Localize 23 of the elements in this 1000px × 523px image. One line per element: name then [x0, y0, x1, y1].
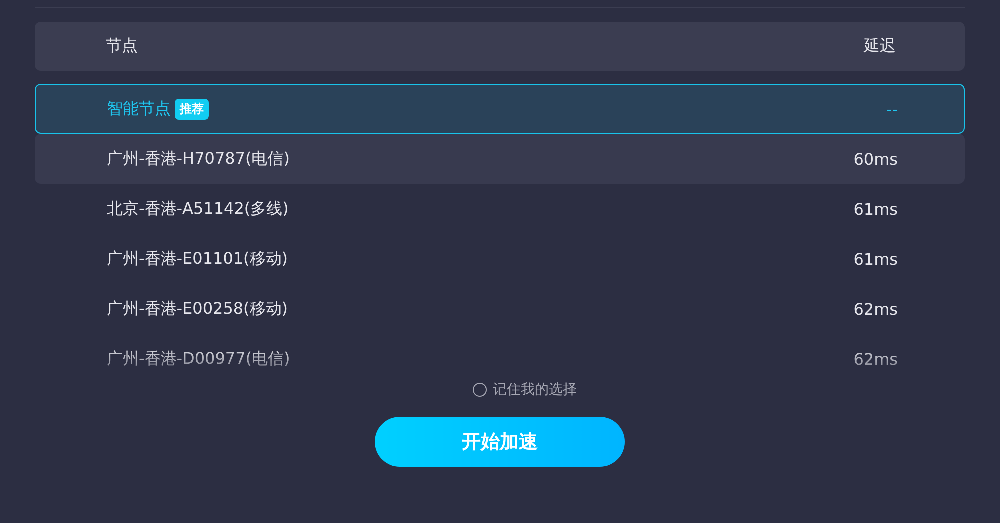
- node-name: 广州-香港-D00977(电信): [107, 348, 290, 368]
- node-name: 广州-香港-E01101(移动): [107, 248, 288, 270]
- node-row[interactable]: 广州-香港-E00258(移动) 62ms: [35, 284, 965, 334]
- column-header: 节点: [106, 36, 138, 57]
- node-name: 智能节点: [107, 98, 171, 120]
- node-row[interactable]: 广州-香港-H70787(电信) 60ms: [35, 134, 965, 184]
- column-header: 延迟: [864, 36, 896, 57]
- node-row[interactable]: 智能节点 推荐 --: [35, 84, 965, 134]
- latency-value: 62ms: [852, 300, 898, 318]
- remember-radio[interactable]: [473, 383, 487, 397]
- node-name: 北京-香港-A51142(多线): [107, 198, 289, 220]
- node-row[interactable]: 北京-香港-A51142(多线) 61ms: [35, 184, 965, 234]
- latency-value: 62ms: [852, 350, 898, 368]
- node-row[interactable]: 广州-香港-D00977(电信) 62ms: [35, 334, 965, 368]
- node-row[interactable]: 广州-香港-E01101(移动) 61ms: [35, 234, 965, 284]
- node-name: 广州-香港-E00258(移动): [107, 298, 288, 320]
- latency-value: --: [885, 100, 898, 118]
- remember-label[interactable]: 记住我的选择: [493, 381, 577, 399]
- latency-value: 61ms: [852, 200, 898, 218]
- node-name: 广州-香港-H70787(电信): [107, 148, 290, 170]
- recommended-badge: 推荐: [175, 98, 209, 120]
- latency-value: 61ms: [852, 250, 898, 268]
- latency-value: 60ms: [852, 150, 898, 168]
